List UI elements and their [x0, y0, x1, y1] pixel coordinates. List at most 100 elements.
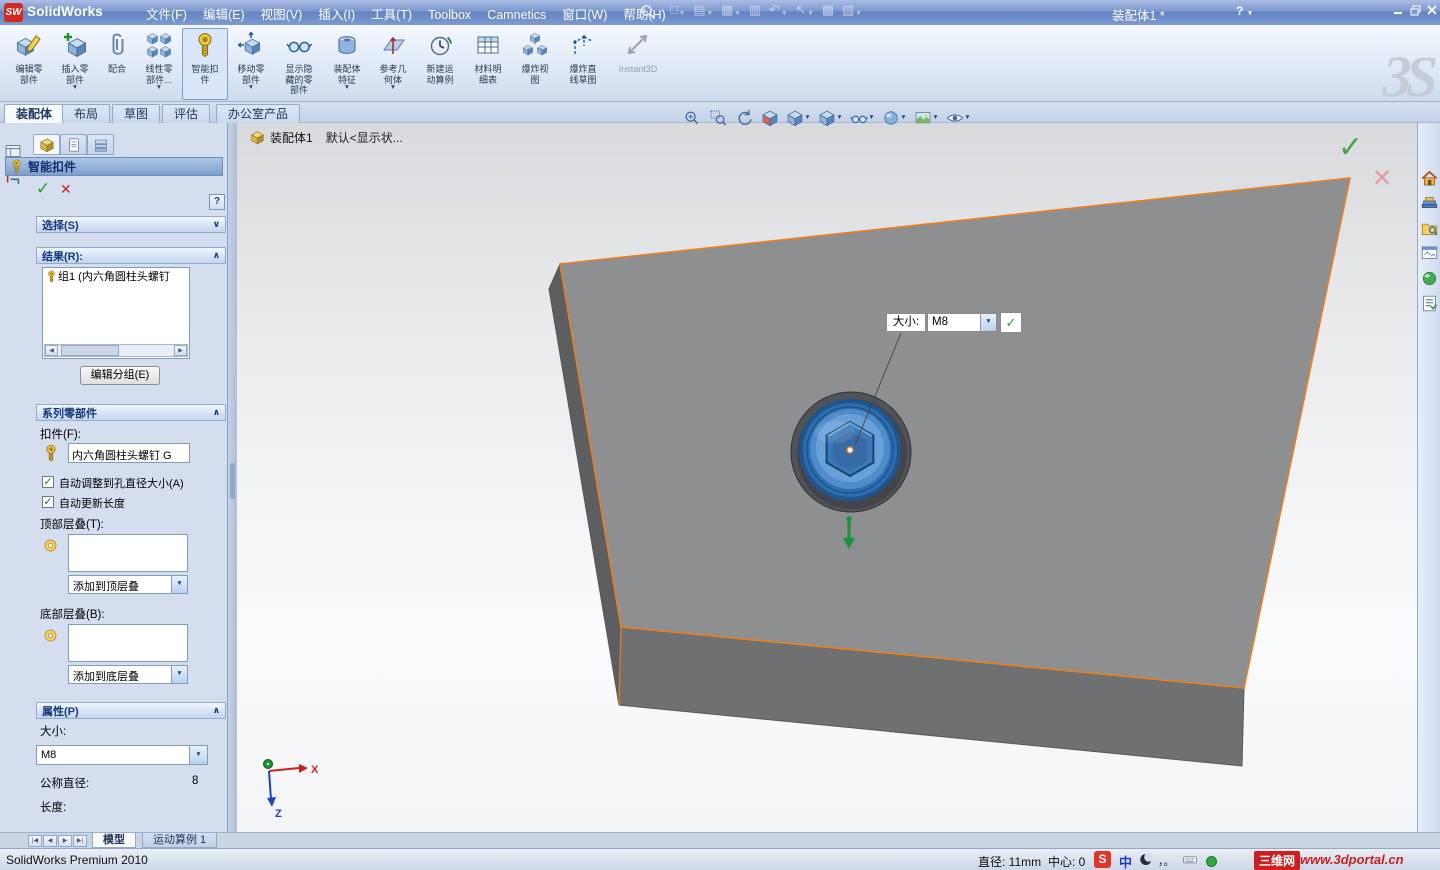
status-dot-icon[interactable] [1206, 856, 1217, 867]
cmd-reference-geometry-button[interactable]: 参考几 何体 ▼ [370, 28, 416, 100]
auto-length-checkbox[interactable]: ✓ [42, 496, 54, 508]
panel-splitter[interactable] [228, 123, 237, 832]
tab-motion-study-1[interactable]: 运动算例 1 [142, 833, 218, 848]
previous-view-button[interactable] [732, 107, 755, 129]
first-tab-button[interactable]: |◀ [28, 835, 42, 847]
design-library-button[interactable] [1419, 193, 1439, 213]
next-tab-button[interactable]: ▶ [58, 835, 72, 847]
open-document-button[interactable]: ▤ ▼ [693, 3, 713, 17]
cmd-instant3d-button[interactable]: Instant3D [610, 28, 666, 100]
dropdown-button[interactable]: ▼ [171, 666, 187, 683]
ime-fullhalf-icon[interactable] [1138, 851, 1155, 870]
keyboard-icon[interactable] [1180, 852, 1200, 870]
size-dropdown[interactable]: M8 ▼ [36, 745, 208, 765]
plate-top-face[interactable] [559, 177, 1352, 689]
cmd-exploded-view-button[interactable]: 爆炸视 图 [512, 28, 558, 100]
tab-layout[interactable]: 布局 [62, 104, 111, 124]
cmd-linear-pattern-button[interactable]: 线性零 部件... ▼ [136, 28, 182, 100]
close-button[interactable] [1424, 5, 1440, 19]
pm-cancel-button[interactable]: ✕ [60, 181, 72, 198]
menu-window[interactable]: 窗口(W) [554, 0, 615, 22]
solidworks-resources-button[interactable] [1419, 168, 1439, 188]
list-item[interactable]: 组1 (内六角圆柱头螺钉 [43, 268, 189, 284]
pm-tab-featuremanager[interactable] [60, 134, 87, 155]
minimize-button[interactable] [1390, 5, 1406, 19]
file-explorer-button[interactable] [1419, 218, 1439, 238]
cmd-move-component-button[interactable]: 移动零 部件 ▼ [228, 28, 274, 100]
edit-appearance-button[interactable]: ▼ [880, 107, 909, 129]
hide-show-items-button[interactable]: ▼ [848, 107, 877, 129]
dropdown-button[interactable]: ▼ [980, 314, 996, 331]
cmd-bill-of-materials-button[interactable]: 材料明 细表 [464, 28, 512, 100]
view-orientation-button[interactable]: ▼ [784, 107, 813, 129]
section-properties-header[interactable]: 属性(P) ∧ [36, 702, 226, 719]
last-tab-button[interactable]: ▶| [73, 835, 87, 847]
pm-tab-configurationmanager[interactable] [87, 134, 114, 155]
menu-view[interactable]: 视图(V) [253, 0, 311, 22]
scroll-left-button[interactable]: ◀ [45, 345, 58, 356]
menu-insert[interactable]: 插入(I) [310, 0, 363, 22]
callout-size-dropdown[interactable]: M8 ▼ [927, 313, 997, 332]
ime-language-toggle[interactable]: 中 [1119, 852, 1132, 870]
options-button[interactable]: ▧ ▼ [842, 3, 862, 17]
add-top-stack-dropdown[interactable]: 添加到顶层叠 ▼ [68, 575, 188, 594]
apply-scene-button[interactable]: ▼ [912, 107, 941, 129]
appearances-button[interactable] [1419, 268, 1439, 288]
menu-tools[interactable]: 工具(T) [363, 0, 420, 22]
restore-button[interactable] [1407, 5, 1423, 19]
section-series-header[interactable]: 系列零部件 ∧ [36, 404, 226, 421]
graphics-area[interactable]: X Z [237, 123, 1417, 832]
confirm-cancel-button[interactable]: ✕ [1372, 164, 1392, 193]
help-button[interactable]: ? ▼ [1236, 4, 1253, 18]
view-settings-button[interactable]: ▼ [944, 107, 973, 129]
tab-office-products[interactable]: 办公室产品 [216, 104, 301, 124]
tab-model[interactable]: 模型 [92, 833, 136, 848]
cmd-mate-button[interactable]: 配合 [98, 28, 136, 100]
zoom-to-area-button[interactable] [706, 107, 729, 129]
ime-sogou-icon[interactable]: S [1094, 851, 1111, 868]
section-selection-header[interactable]: 选择(S) ∨ [36, 216, 226, 233]
bottom-stack-listbox[interactable] [68, 624, 188, 662]
cmd-smart-fasteners-button[interactable]: 智能扣 件 [182, 28, 228, 100]
splitter-handle[interactable] [230, 463, 235, 499]
view-palette-button[interactable] [1419, 243, 1439, 263]
search-icon[interactable] [638, 2, 658, 27]
results-listbox[interactable]: 组1 (内六角圆柱头螺钉 ◀ ▶ [42, 267, 190, 359]
cmd-insert-component-button[interactable]: 插入零 部件 ▼ [52, 28, 98, 100]
edit-group-button[interactable]: 编辑分组(E) [80, 366, 160, 385]
cmd-new-motion-study-button[interactable]: 新建运 动算例 [416, 28, 464, 100]
zoom-to-fit-button[interactable] [680, 107, 703, 129]
cmd-explode-line-sketch-button[interactable]: 爆炸直 线草图 [558, 28, 608, 100]
dropdown-button[interactable]: ▼ [171, 576, 187, 593]
auto-hole-size-checkbox[interactable]: ✓ [42, 476, 54, 488]
tab-assembly[interactable]: 装配体 [4, 104, 65, 124]
pm-tab-propertymanager[interactable] [33, 134, 60, 155]
pm-help-button[interactable]: ? [209, 194, 225, 210]
dropdown-button[interactable]: ▼ [189, 746, 207, 764]
socket-head-screw[interactable] [799, 399, 901, 501]
scrollbar-thumb[interactable] [61, 345, 119, 356]
display-style-button[interactable]: ▼ [816, 107, 845, 129]
prev-tab-button[interactable]: ◀ [43, 835, 57, 847]
new-document-button[interactable]: □ ▼ [670, 3, 685, 17]
menu-toolbox[interactable]: Toolbox [420, 4, 479, 25]
menu-edit[interactable]: 编辑(E) [195, 0, 253, 22]
print-button[interactable]: ▥ [749, 3, 761, 17]
section-view-button[interactable] [758, 107, 781, 129]
pm-ok-button[interactable]: ✓ [36, 179, 50, 199]
section-results-header[interactable]: 结果(R): ∧ [36, 247, 226, 264]
ime-punctuation-toggle[interactable]: ，。 [1158, 853, 1175, 869]
rebuild-button[interactable]: ▩ [822, 3, 834, 17]
top-stack-listbox[interactable] [68, 534, 188, 572]
menu-camnetics[interactable]: Camnetics [479, 4, 554, 25]
callout-ok-button[interactable]: ✓ [1000, 312, 1022, 333]
undo-button[interactable]: ↶ ▼ [769, 3, 787, 17]
results-hscrollbar[interactable]: ◀ ▶ [44, 344, 188, 357]
cmd-assembly-features-button[interactable]: 装配体 特征 ▼ [324, 28, 370, 100]
fastener-field[interactable]: 内六角圆柱头螺钉 G [68, 443, 190, 463]
add-bottom-stack-dropdown[interactable]: 添加到底层叠 ▼ [68, 665, 188, 684]
menu-file[interactable]: 文件(F) [138, 0, 195, 22]
custom-properties-button[interactable] [1419, 293, 1439, 313]
confirm-ok-button[interactable]: ✓ [1338, 130, 1363, 165]
select-button[interactable]: ↖ ▼ [795, 3, 813, 17]
